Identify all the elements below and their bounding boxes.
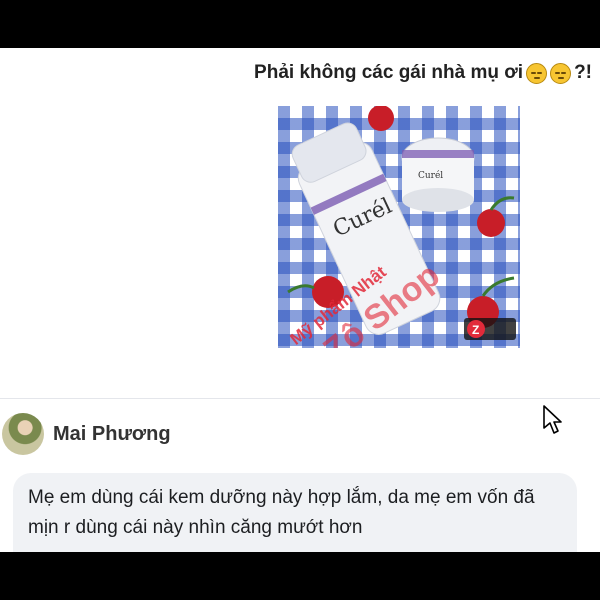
jar-brand: Curél <box>418 170 443 181</box>
pensive-face-emoji-icon <box>550 62 572 84</box>
comment-author-name[interactable]: Mai Phương <box>53 423 171 446</box>
cream-jar: Curél <box>401 137 475 212</box>
post-photo[interactable]: Curél Curél Mỹ phẩm Nhật Zô Shop Z <box>278 106 520 348</box>
avatar[interactable] <box>2 413 44 455</box>
comment-header: Mai Phương <box>2 413 171 455</box>
pensive-face-emoji-icon <box>526 62 548 84</box>
shop-badge-letter: Z <box>472 323 479 337</box>
feed-content: Phải không các gái nhà mụ ơi ?! Curél Cu… <box>0 48 600 552</box>
post-caption: Phải không các gái nhà mụ ơi ?! <box>254 62 592 84</box>
product-photo-illustration: Curél Curél Mỹ phẩm Nhật Zô Shop Z <box>287 106 516 348</box>
comment-bubble[interactable]: Mẹ em dùng cái kem dưỡng này hợp lắm, da… <box>13 473 577 552</box>
post-caption-text: Phải không các gái nhà mụ ơi <box>254 62 524 83</box>
cherry-icon <box>368 106 394 131</box>
comment-divider <box>0 398 600 399</box>
letterbox-top <box>0 0 600 48</box>
letterbox-bottom <box>0 552 600 600</box>
comment-text: Mẹ em dùng cái kem dưỡng này hợp lắm, da… <box>28 487 535 538</box>
cherry-icon <box>477 209 505 237</box>
mouse-pointer-icon <box>543 405 562 434</box>
post-caption-suffix: ?! <box>574 62 592 83</box>
